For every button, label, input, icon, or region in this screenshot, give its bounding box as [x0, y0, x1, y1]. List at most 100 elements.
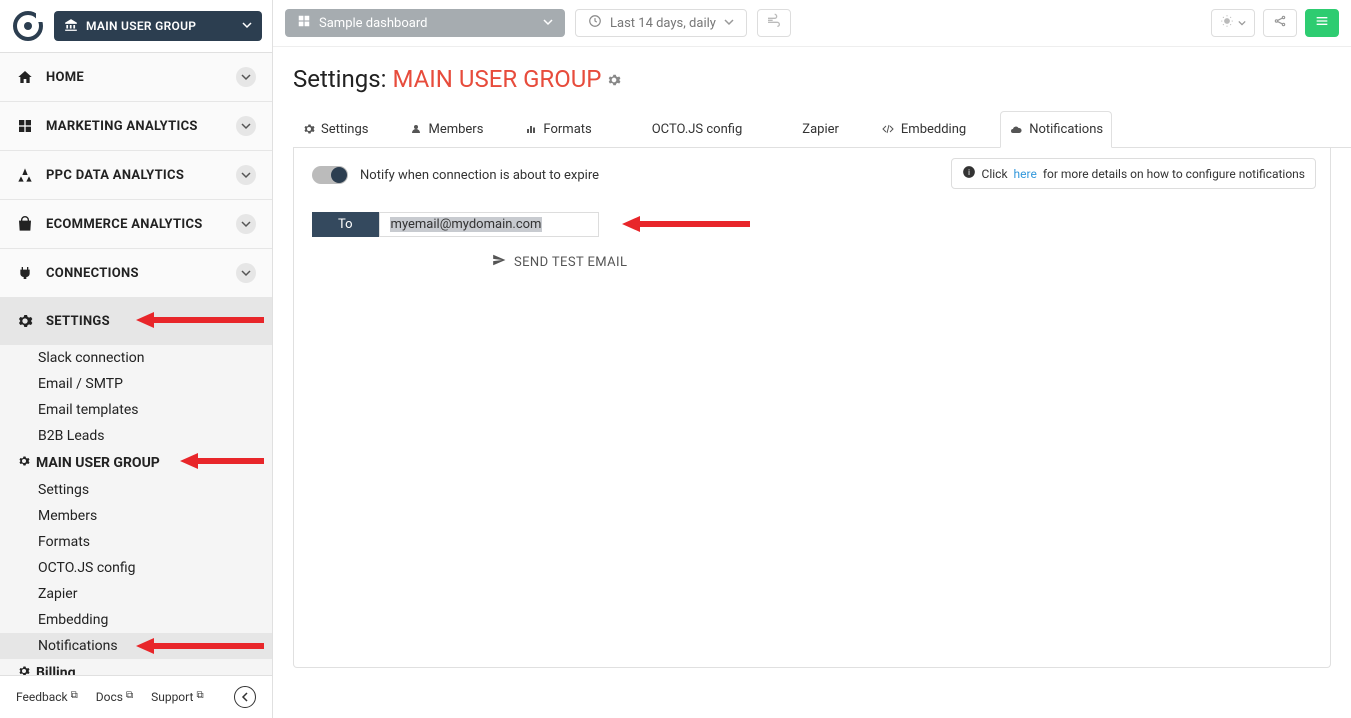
dashboard-label: Sample dashboard: [319, 16, 427, 31]
wind-button[interactable]: [757, 9, 791, 37]
hamburger-icon: [1314, 13, 1330, 33]
sidebar-item-label: MARKETING ANALYTICS: [46, 119, 198, 134]
tabs: Settings Members Formats OCTO.JS config …: [293, 111, 1351, 148]
bank-icon: [64, 18, 78, 35]
sidebar-item-email-smtp[interactable]: Email / SMTP: [0, 371, 272, 397]
dashboard-icon: [297, 14, 311, 32]
gear-icon[interactable]: [607, 65, 621, 93]
annotation-arrow: [136, 310, 266, 330]
download-icon: [634, 123, 646, 135]
chevron-down-icon[interactable]: [236, 67, 256, 87]
external-link-icon: ⧉: [126, 690, 133, 701]
sidebar-item-label: ECOMMERCE ANALYTICS: [46, 217, 203, 232]
tab-members[interactable]: Members: [402, 111, 491, 147]
sidebar-item-label: CONNECTIONS: [46, 266, 139, 281]
sidebar-item-connections[interactable]: CONNECTIONS: [0, 249, 272, 298]
theme-icon: [1220, 14, 1234, 32]
annotation-arrow: [180, 451, 266, 471]
gear-icon: [303, 123, 315, 135]
sidebar: MAIN USER GROUP HOME MARKETING ANALYTICS…: [0, 0, 273, 718]
chevron-down-icon[interactable]: [236, 116, 256, 136]
zapier-icon: [784, 123, 796, 135]
dashboard-selector[interactable]: Sample dashboard: [285, 9, 565, 37]
share-icon: [1273, 14, 1287, 32]
plug-icon: [16, 264, 34, 282]
shopping-bag-icon: [16, 215, 34, 233]
hint-box: i Click here for more details on how to …: [951, 158, 1316, 189]
sidebar-item-ecommerce-analytics[interactable]: ECOMMERCE ANALYTICS: [0, 200, 272, 249]
clock-icon: [588, 14, 602, 32]
sidebar-group-header[interactable]: MAIN USER GROUP: [0, 449, 272, 477]
external-link-icon: ⧉: [71, 690, 78, 701]
date-label: Last 14 days, daily: [610, 16, 716, 31]
chevron-down-icon: [543, 16, 553, 31]
sidebar-item-group-zapier[interactable]: Zapier: [0, 581, 272, 607]
collapse-sidebar-button[interactable]: [234, 686, 256, 708]
date-range-selector[interactable]: Last 14 days, daily: [575, 9, 747, 37]
chevron-down-icon: [724, 16, 734, 31]
tab-settings[interactable]: Settings: [295, 111, 376, 147]
sidebar-item-label: HOME: [46, 70, 84, 85]
gear-icon: [18, 455, 30, 471]
sidebar-item-group-formats[interactable]: Formats: [0, 529, 272, 555]
theme-button[interactable]: [1211, 9, 1255, 37]
page-title-group: MAIN USER GROUP: [392, 65, 601, 93]
cloud-icon: [1009, 124, 1023, 136]
annotation-arrow: [136, 636, 266, 656]
footer-feedback-link[interactable]: Feedback ⧉: [16, 690, 78, 704]
sidebar-item-slack-connection[interactable]: Slack connection: [0, 345, 272, 371]
menu-button[interactable]: [1305, 9, 1339, 37]
sidebar-item-home[interactable]: HOME: [0, 53, 272, 102]
external-link-icon: ⧉: [196, 690, 203, 701]
home-icon: [16, 68, 34, 86]
tab-notifications[interactable]: Notifications: [1000, 111, 1112, 148]
tab-zapier[interactable]: Zapier: [776, 111, 847, 147]
group-selector-label: MAIN USER GROUP: [86, 19, 196, 33]
to-email-input[interactable]: myemail@mydomain.com: [379, 212, 599, 237]
code-icon: [881, 123, 895, 135]
sidebar-item-ppc-analytics[interactable]: PPC DATA ANALYTICS: [0, 151, 272, 200]
chevron-down-icon[interactable]: [236, 263, 256, 283]
notify-toggle[interactable]: [312, 166, 348, 184]
gear-icon: [18, 665, 30, 675]
wind-icon: [766, 13, 782, 33]
sidebar-item-group-notifications[interactable]: Notifications: [0, 633, 272, 659]
sidebar-item-group-octojs[interactable]: OCTO.JS config: [0, 555, 272, 581]
sidebar-item-group-embedding[interactable]: Embedding: [0, 607, 272, 633]
page-title: Settings: MAIN USER GROUP: [293, 65, 1351, 93]
grid-icon: [16, 117, 34, 135]
share-button[interactable]: [1263, 9, 1297, 37]
ads-icon: [16, 166, 34, 184]
hint-link[interactable]: here: [1014, 167, 1037, 181]
tab-embedding[interactable]: Embedding: [873, 111, 974, 147]
svg-text:i: i: [968, 168, 970, 177]
annotation-arrow: [622, 214, 752, 234]
group-selector[interactable]: MAIN USER GROUP: [54, 11, 262, 41]
send-icon: [492, 253, 506, 271]
notifications-panel: i Click here for more details on how to …: [293, 148, 1331, 668]
sidebar-billing-header[interactable]: Billing: [0, 659, 272, 675]
chevron-down-icon: [1238, 16, 1246, 31]
sidebar-item-label: PPC DATA ANALYTICS: [46, 168, 184, 183]
sidebar-item-group-members[interactable]: Members: [0, 503, 272, 529]
sidebar-item-label: SETTINGS: [46, 314, 110, 329]
chevron-down-icon[interactable]: [236, 165, 256, 185]
sidebar-item-group-settings[interactable]: Settings: [0, 477, 272, 503]
sidebar-item-marketing-analytics[interactable]: MARKETING ANALYTICS: [0, 102, 272, 151]
footer-docs-link[interactable]: Docs ⧉: [96, 690, 133, 704]
chevron-down-icon: [242, 19, 252, 33]
tab-octojs[interactable]: OCTO.JS config: [626, 111, 751, 147]
tab-formats[interactable]: Formats: [517, 111, 599, 147]
app-logo[interactable]: [10, 8, 46, 44]
chevron-down-icon[interactable]: [236, 214, 256, 234]
send-test-email-button[interactable]: SEND TEST EMAIL: [492, 253, 1312, 271]
sidebar-item-settings[interactable]: SETTINGS: [0, 298, 272, 345]
info-icon: i: [962, 165, 976, 182]
sidebar-item-email-templates[interactable]: Email templates: [0, 397, 272, 423]
topbar: Sample dashboard Last 14 days, daily: [273, 0, 1351, 47]
gear-icon: [16, 312, 34, 330]
members-icon: [410, 123, 422, 135]
sidebar-item-b2b-leads[interactable]: B2B Leads: [0, 423, 272, 449]
to-label: To: [312, 212, 379, 237]
footer-support-link[interactable]: Support ⧉: [151, 690, 203, 704]
